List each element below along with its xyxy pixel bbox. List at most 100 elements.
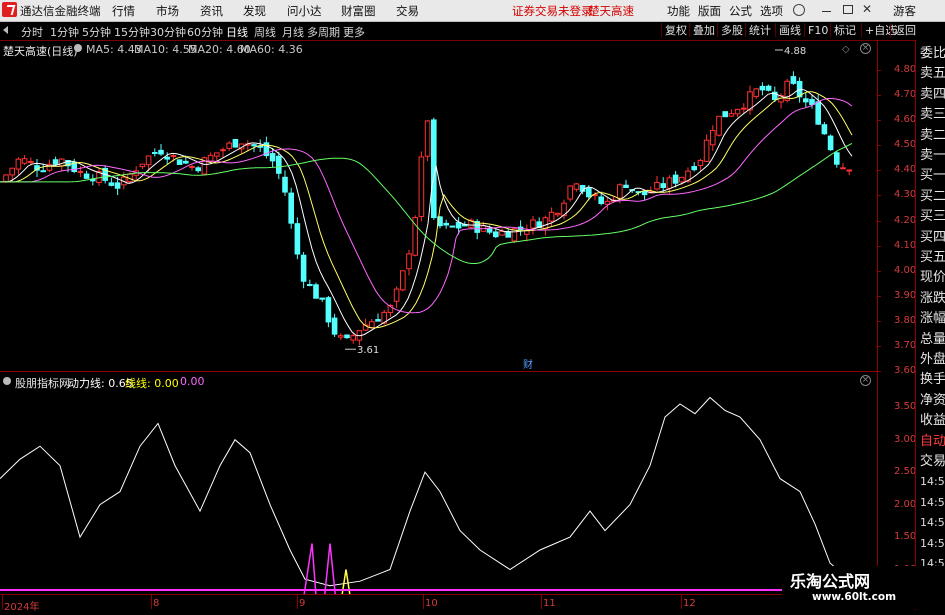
candle-body bbox=[666, 177, 673, 189]
user-icon[interactable] bbox=[793, 4, 805, 16]
back-arrow-icon[interactable] bbox=[3, 26, 8, 34]
menu-layout[interactable]: 版面 bbox=[698, 3, 721, 19]
candle-body bbox=[176, 159, 183, 165]
minimize-icon[interactable] bbox=[822, 11, 831, 12]
login-notice[interactable]: 证券交易未登录 bbox=[512, 3, 593, 19]
price-tick-mark bbox=[877, 195, 881, 197]
tool-button-1[interactable]: 叠加 bbox=[689, 23, 718, 37]
price-tick-2: 4.60 bbox=[894, 114, 917, 126]
candle-body bbox=[276, 155, 282, 174]
candle-body bbox=[790, 76, 797, 84]
side-panel-item-3: 卖三 bbox=[920, 107, 945, 123]
menu-function[interactable]: 功能 bbox=[667, 3, 690, 19]
side-panel-item-6: 买一 bbox=[920, 168, 945, 184]
tool-button-4[interactable]: 画线 bbox=[775, 23, 804, 37]
candle-body bbox=[486, 228, 493, 233]
user-guest[interactable]: 游客 bbox=[893, 3, 916, 19]
candle-body bbox=[294, 223, 301, 255]
candle-body bbox=[226, 142, 232, 149]
menu-market-quote[interactable]: 行情 bbox=[112, 3, 135, 19]
candle-body bbox=[77, 170, 84, 173]
tool-button-6[interactable]: 标记 bbox=[830, 23, 859, 37]
price-tick-mark bbox=[877, 270, 881, 272]
side-panel-item-18: 收益 bbox=[920, 413, 945, 429]
side-panel-item-23: 14:56 bbox=[920, 516, 945, 530]
price-tick-12: 3.60 bbox=[894, 364, 917, 376]
period-tab-10[interactable]: 更多 bbox=[343, 24, 365, 40]
candle-body bbox=[164, 156, 170, 160]
candle-body bbox=[567, 185, 574, 200]
menu-formula[interactable]: 公式 bbox=[729, 3, 752, 19]
period-tab-1[interactable]: 1分钟 bbox=[50, 24, 79, 40]
candle-body bbox=[232, 138, 239, 148]
candle-body bbox=[654, 182, 660, 190]
candle-body bbox=[710, 130, 716, 146]
tool-button-8[interactable]: 返回 bbox=[890, 23, 919, 37]
candle-body bbox=[722, 111, 729, 118]
side-panel-item-19[interactable]: 自动 bbox=[920, 432, 945, 452]
period-tab-4[interactable]: 30分钟 bbox=[150, 24, 186, 40]
current-stock-name[interactable]: 楚天高速 bbox=[588, 3, 634, 19]
candle-body bbox=[152, 151, 158, 154]
candle-body bbox=[548, 211, 555, 222]
menu-wealth-circle[interactable]: 财富圈 bbox=[341, 3, 376, 19]
indicator-tick-1: 3.00 bbox=[894, 433, 917, 445]
menu-assistant[interactable]: 问小达 bbox=[287, 3, 322, 19]
price-tick-mark bbox=[877, 220, 881, 222]
candle-body bbox=[641, 190, 648, 196]
price-tick-1: 4.70 bbox=[894, 89, 917, 101]
watermark-url: www.60lt.com bbox=[812, 591, 897, 603]
candle-body bbox=[313, 284, 319, 299]
price-tick-mark bbox=[877, 120, 881, 122]
side-panel-item-2: 卖四 bbox=[920, 86, 945, 102]
close-icon[interactable]: ✕ bbox=[862, 2, 872, 16]
tool-button-2[interactable]: 多股 bbox=[717, 23, 746, 37]
period-tab-0[interactable]: 分时 bbox=[21, 24, 43, 40]
candle-body bbox=[319, 297, 325, 300]
app-logo-icon bbox=[2, 2, 17, 17]
price-tick-mark bbox=[877, 145, 881, 147]
candle-body bbox=[406, 253, 412, 270]
period-tab-7[interactable]: 周线 bbox=[254, 24, 276, 40]
price-tick-mark bbox=[877, 170, 881, 172]
menu-news[interactable]: 资讯 bbox=[200, 3, 223, 19]
candle-body bbox=[449, 225, 456, 228]
period-tab-2[interactable]: 5分钟 bbox=[82, 24, 111, 40]
indicator-tick-4: 1.50 bbox=[894, 531, 917, 543]
tool-button-5[interactable]: F10 bbox=[804, 23, 831, 37]
candle-body bbox=[598, 196, 605, 205]
candle-body bbox=[753, 88, 760, 97]
price-tick-4: 4.40 bbox=[894, 164, 917, 176]
candle-body bbox=[846, 169, 853, 172]
candle-body bbox=[300, 254, 307, 282]
period-tab-6[interactable]: 日线 bbox=[226, 24, 248, 40]
menu-options[interactable]: 选项 bbox=[760, 3, 783, 19]
price-tick-mark bbox=[877, 370, 881, 372]
time-tick-mark bbox=[2, 595, 3, 609]
high-marker-label: 4.88 bbox=[784, 46, 806, 57]
candle-body bbox=[269, 153, 276, 162]
menu-market[interactable]: 市场 bbox=[156, 3, 179, 19]
period-tab-8[interactable]: 月线 bbox=[282, 24, 304, 40]
kline-pane[interactable]: 楚天高速(日线) MA5: 4.43 MA10: 4.55 MA20: 4.60… bbox=[0, 40, 877, 372]
menu-discover[interactable]: 发现 bbox=[243, 3, 266, 19]
candle-body bbox=[338, 335, 344, 338]
period-tab-3[interactable]: 15分钟 bbox=[114, 24, 150, 40]
tool-button-3[interactable]: 统计 bbox=[745, 23, 774, 37]
candle-body bbox=[375, 319, 381, 322]
maximize-icon[interactable] bbox=[843, 5, 853, 14]
side-panel-item-21: 14:56 bbox=[920, 475, 945, 489]
finance-event-marker: 财 bbox=[523, 358, 533, 371]
menu-trade[interactable]: 交易 bbox=[396, 3, 419, 19]
indicator-pane[interactable]: 股朋指标网 动力线: 0.65 线线: 0.00 0.00 × bbox=[0, 373, 877, 594]
period-tab-5[interactable]: 60分钟 bbox=[187, 24, 223, 40]
side-panel-item-14: 总量 bbox=[920, 331, 945, 347]
candle-body bbox=[815, 101, 822, 125]
time-tick-1: 8 bbox=[153, 598, 160, 609]
candle-body bbox=[350, 335, 356, 341]
time-tick-mark bbox=[297, 595, 298, 609]
time-tick-5: 12 bbox=[683, 598, 696, 609]
tool-button-0[interactable]: 复权 bbox=[661, 23, 690, 37]
candle-body bbox=[251, 144, 257, 147]
period-tab-9[interactable]: 多周期 bbox=[307, 24, 340, 40]
